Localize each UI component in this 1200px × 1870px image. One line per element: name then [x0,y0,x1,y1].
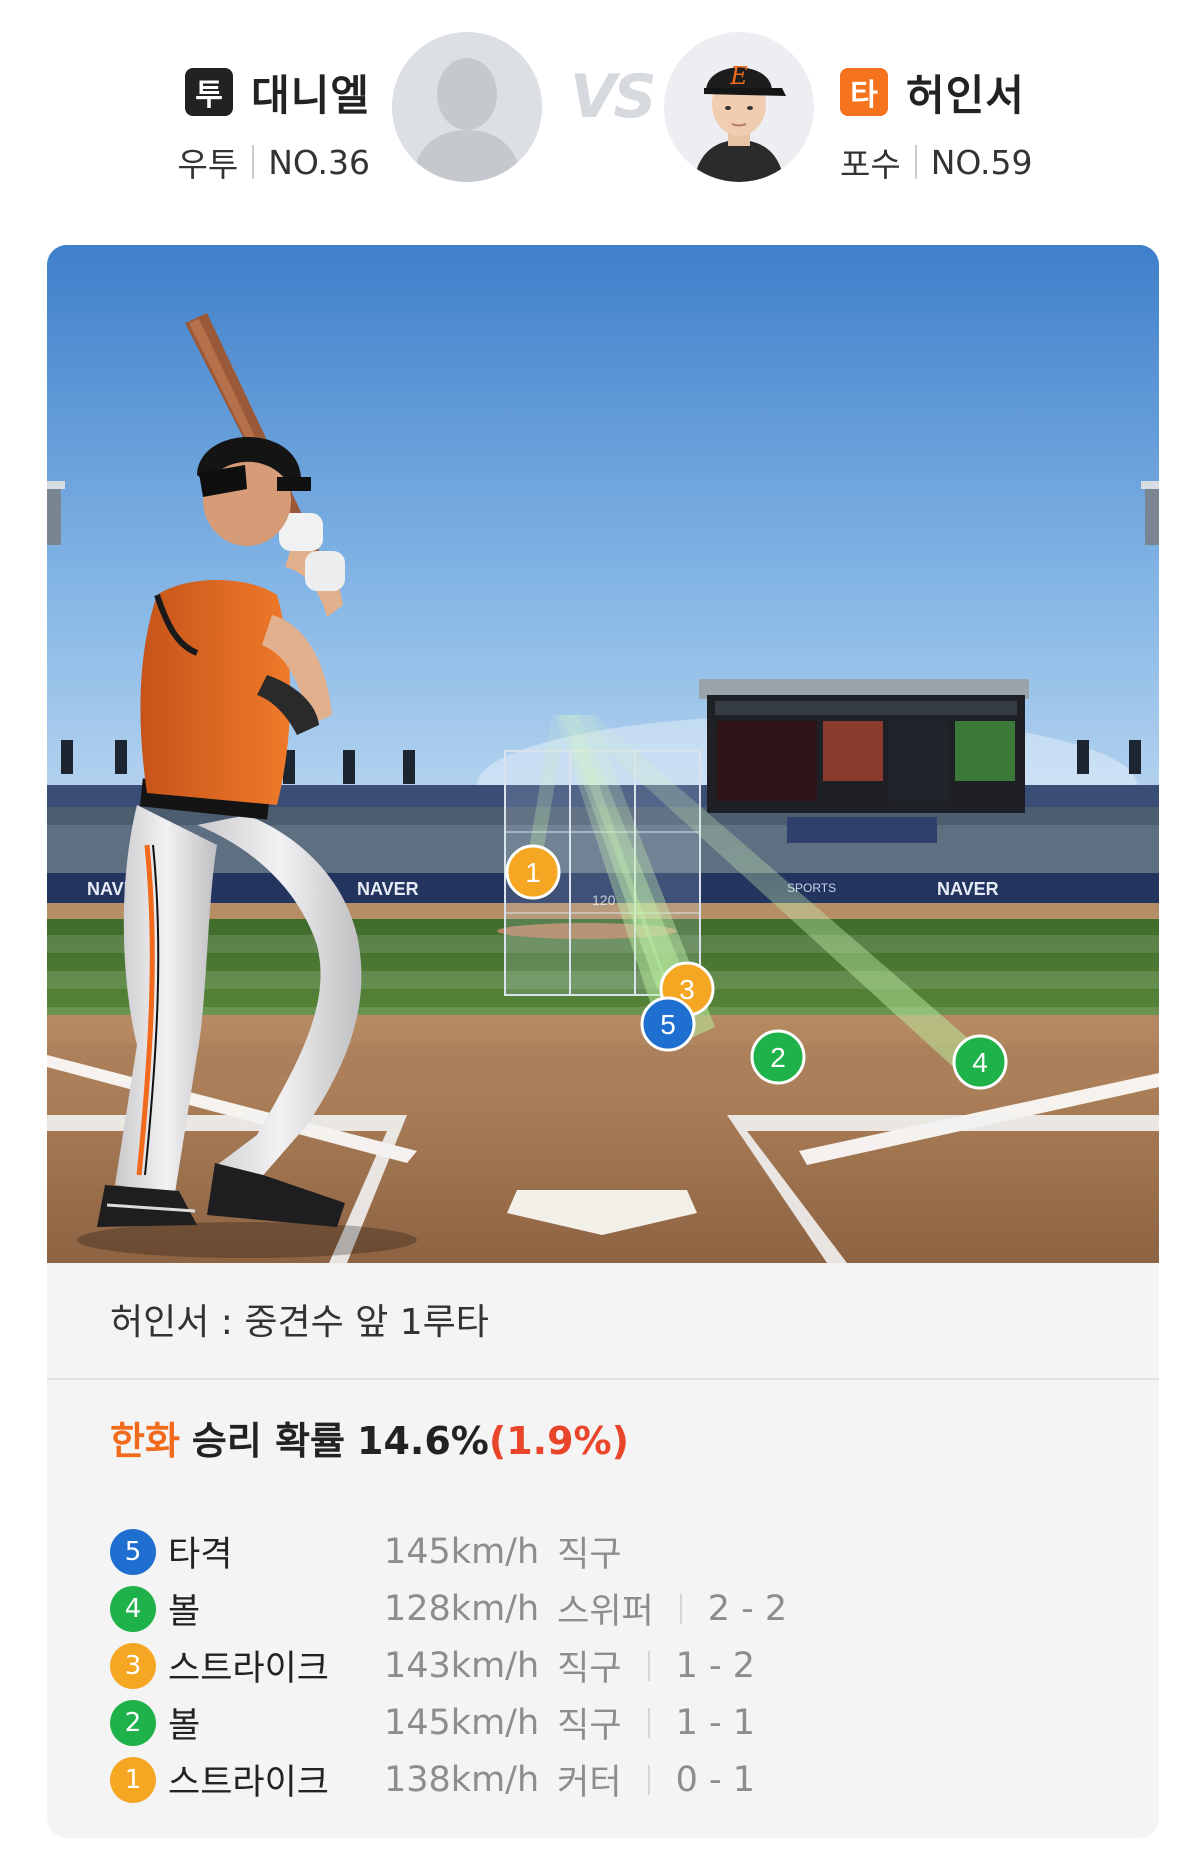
pitch-speed: 128km/h [384,1588,540,1629]
win-probability: 한화 승리 확률 14.6% (1.9%) [110,1410,629,1465]
pitch-type: 직구 [557,1649,622,1689]
pitch-number-badge: 4 [110,1585,156,1632]
list-item[interactable]: 1 스트라이크 138km/h 커터 0 - 1 [110,1751,1110,1808]
pitch-result: 스트라이크 [168,1763,330,1803]
pitch-sequence-list: 5 타격 145km/h 직구 4 볼 128km/h 스위퍼 2 - 2 3 … [110,1523,1110,1808]
divider [647,1764,650,1795]
divider [914,145,917,179]
strike-zone-speed: 120 [592,892,616,908]
win-prob-team: 한화 [110,1419,180,1463]
pitch-type: 커터 [557,1763,622,1803]
divider [47,1378,1159,1380]
pitch-count: 1 - 1 [675,1702,755,1743]
pitch-speed: 145km/h [384,1702,540,1743]
pitcher-info: 투 대니엘 우투 NO.36 [140,60,370,186]
svg-text:5: 5 [660,1009,676,1040]
batter-info: 타 허인서 포수 NO.59 [840,60,1100,186]
divider [252,145,255,179]
batter-badge: 타 [840,68,888,116]
pitch-speed: 143km/h [384,1645,540,1686]
pitch-marker-2[interactable]: 2 [750,1029,806,1085]
pitch-speed: 145km/h [384,1531,540,1572]
pitch-field-view: NAVER NAVER NAVER SPORTS 120 1 3 5 2 4 [47,245,1159,1263]
batter-photo: E [664,32,814,182]
win-prob-delta: (1.9%) [488,1419,629,1463]
pitch-result: 스트라이크 [168,1649,330,1689]
divider [647,1650,650,1681]
list-item[interactable]: 4 볼 128km/h 스위퍼 2 - 2 [110,1580,1110,1637]
list-item[interactable]: 5 타격 145km/h 직구 [110,1523,1110,1580]
svg-text:4: 4 [972,1047,988,1078]
batter-name[interactable]: 허인서 [906,62,1025,123]
pitch-marker-1[interactable]: 1 [505,844,561,900]
ad-text: NAVER [357,879,419,899]
default-avatar-icon [392,32,542,182]
pitcher-hand: 우투 [177,145,239,184]
batter-number: NO.59 [930,142,1033,182]
win-prob-value: 14.6% [357,1419,489,1463]
matchup-header: 투 대니엘 우투 NO.36 VS E 타 허인서 포수 NO.59 [0,0,1200,240]
pitch-result: 타격 [168,1535,233,1575]
pitch-number-badge: 1 [110,1756,156,1803]
list-item[interactable]: 2 볼 145km/h 직구 1 - 1 [110,1694,1110,1751]
pitcher-avatar[interactable] [392,32,542,182]
win-prob-label: 승리 확률 [191,1419,345,1463]
pitch-count: 2 - 2 [707,1588,788,1629]
pitcher-name[interactable]: 대니엘 [251,62,370,123]
pitch-number-badge: 3 [110,1642,156,1689]
team-logo-icon: E [729,62,748,90]
pitch-number-badge: 5 [110,1528,156,1575]
pitch-number-badge: 2 [110,1699,156,1746]
vs-label: VS [570,62,657,132]
pitch-count: 0 - 1 [675,1759,755,1800]
pitch-type: 직구 [557,1535,622,1575]
play-description: 허인서 : 중견수 앞 1루타 [110,1302,489,1343]
pitch-marker-4[interactable]: 4 [952,1034,1008,1090]
pitcher-badge: 투 [185,68,234,116]
pitch-type: 직구 [557,1706,622,1746]
divider [679,1593,682,1624]
batter-avatar[interactable]: E [664,32,814,182]
pitch-result: 볼 [168,1706,201,1746]
svg-text:1: 1 [525,857,541,888]
pitch-type: 스위퍼 [557,1592,654,1632]
pitch-result: 볼 [168,1592,201,1632]
pitch-count: 1 - 2 [675,1645,755,1686]
pitcher-number: NO.36 [268,142,370,182]
pitch-speed: 138km/h [384,1759,540,1800]
svg-text:2: 2 [770,1042,786,1073]
pitch-marker-5[interactable]: 5 [640,996,696,1052]
list-item[interactable]: 3 스트라이크 143km/h 직구 1 - 2 [110,1637,1110,1694]
result-panel: 허인서 : 중견수 앞 1루타 한화 승리 확률 14.6% (1.9%) 5 … [47,1263,1159,1838]
divider [647,1707,650,1738]
batter-position: 포수 [840,145,901,184]
ad-text: NAVER [937,879,999,899]
